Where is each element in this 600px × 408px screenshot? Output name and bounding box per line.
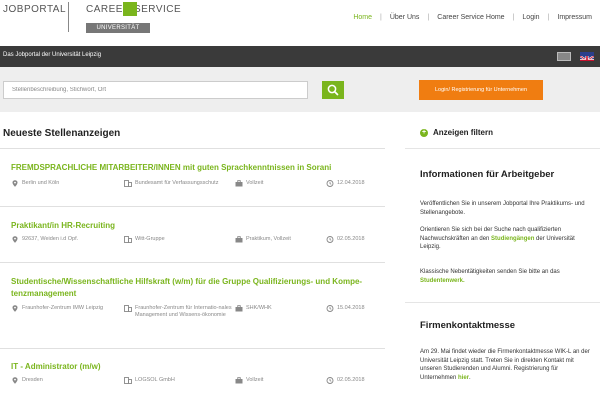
divider xyxy=(405,302,600,303)
location-pin-icon xyxy=(12,236,18,243)
german-flag-icon[interactable] xyxy=(557,52,571,61)
job-title-link[interactable]: FREMDSPRACHLICHE MITARBEITER/INNEN mit g… xyxy=(11,162,376,174)
job-title-link[interactable]: Studentische/Wissenschaftliche Hilfskraf… xyxy=(11,276,376,300)
job-type: Vollzeit xyxy=(235,377,315,384)
job-date-text: 12.04.2018 xyxy=(337,180,365,186)
job-company-text: Fraunhofer-Zentrum für Internatio-nales … xyxy=(135,305,232,318)
job-location-text: Dresden xyxy=(22,377,43,383)
job-date: 02.05.2018 xyxy=(326,377,386,384)
job-date: 12.04.2018 xyxy=(326,180,386,187)
job-company-text: LOGSOL GmbH xyxy=(135,377,175,383)
fair-heading: Firmenkontaktmesse xyxy=(420,320,516,331)
job-type-text: SHK/WHK xyxy=(246,305,272,311)
clock-icon xyxy=(326,180,334,187)
building-icon xyxy=(124,236,132,243)
degree-programs-link[interactable]: Studiengängen xyxy=(491,236,534,242)
divider xyxy=(0,148,385,149)
plus-circle-icon: + xyxy=(420,128,428,137)
job-date: 02.05.2018 xyxy=(326,236,386,243)
job-date-text: 02.05.2018 xyxy=(337,377,365,383)
clock-icon xyxy=(326,377,334,384)
job-location-text: Berlin und Köln xyxy=(22,180,60,186)
job-location: 92637, Weiden i.d Opf. xyxy=(11,236,111,243)
job-location: Dresden xyxy=(11,377,111,384)
nav-separator: | xyxy=(547,14,550,21)
nav-login[interactable]: Login xyxy=(522,14,539,21)
logo-university: UNIVERSITÄT LEIPZIG xyxy=(86,23,150,41)
divider xyxy=(0,206,385,207)
job-title-link[interactable]: IT - Administrator (m/w) xyxy=(11,361,376,373)
briefcase-icon xyxy=(235,180,243,187)
search-input[interactable] xyxy=(3,81,308,99)
nav-separator: | xyxy=(512,14,515,21)
english-flag-icon[interactable] xyxy=(580,52,594,61)
location-pin-icon xyxy=(12,377,18,384)
briefcase-icon xyxy=(235,377,243,384)
nav-separator: | xyxy=(380,14,382,21)
job-type-text: Praktikum, Vollzeit xyxy=(246,236,291,242)
divider xyxy=(405,148,600,149)
header: JOBPORTAL CAREER SERVICE UNIVERSITÄT LEI… xyxy=(0,0,600,46)
nav-impressum[interactable]: Impressum xyxy=(557,14,592,21)
building-icon xyxy=(124,377,132,384)
job-date-text: 15.04.2018 xyxy=(337,305,365,311)
nav-career-service-home[interactable]: Career Service Home xyxy=(437,14,504,21)
tagline-bar: Das Jobportal der Universität Leipzig xyxy=(0,46,600,67)
job-location-text: 92637, Weiden i.d Opf. xyxy=(22,236,79,242)
clock-icon xyxy=(326,236,334,243)
nav-home[interactable]: Home xyxy=(353,14,372,21)
divider xyxy=(0,262,385,263)
job-date: 15.04.2018 xyxy=(326,305,386,312)
text-fragment: . xyxy=(469,374,471,381)
job-location-text: Fraunhofer-Zentrum IMW Leipzig xyxy=(22,305,103,311)
fair-registration-link[interactable]: hier xyxy=(458,375,469,381)
text-fragment: Klassische Nebentätigkeiten senden Sie b… xyxy=(420,269,560,275)
job-location: Fraunhofer-Zentrum IMW Leipzig xyxy=(11,305,119,312)
nav-separator: | xyxy=(427,14,430,21)
job-company-text: Bundesamt für Verfassungsschutz xyxy=(135,180,219,186)
job-company: LOGSOL GmbH xyxy=(124,377,234,384)
logo-square-icon xyxy=(123,2,137,16)
filter-toggle[interactable]: + Anzeigen filtern xyxy=(420,128,493,137)
search-icon xyxy=(327,84,339,96)
page-title: Neueste Stellenanzeigen xyxy=(3,128,121,139)
divider xyxy=(0,348,385,349)
employer-info-heading: Informationen für Arbeitgeber xyxy=(420,169,555,180)
nav-about[interactable]: Über Uns xyxy=(390,14,420,21)
job-location: Berlin und Köln xyxy=(11,180,111,187)
job-company: Witt-Gruppe xyxy=(124,236,234,243)
tagline: Das Jobportal der Universität Leipzig xyxy=(3,52,102,58)
job-date-text: 02.05.2018 xyxy=(337,236,365,242)
job-type: Vollzeit xyxy=(235,180,315,187)
location-pin-icon xyxy=(12,180,18,187)
job-type-text: Vollzeit xyxy=(246,377,264,383)
job-company: Fraunhofer-Zentrum für Internatio-nales … xyxy=(124,305,232,319)
job-type: SHK/WHK xyxy=(235,305,315,312)
top-nav: Home | Über Uns | Career Service Home | … xyxy=(353,14,592,21)
briefcase-icon xyxy=(235,236,243,243)
clock-icon xyxy=(326,305,334,312)
job-type: Praktikum, Vollzeit xyxy=(235,236,320,243)
text-fragment: Am 29. Mai findet wieder die Firmenkonta… xyxy=(420,349,590,381)
fair-text: Am 29. Mai findet wieder die Firmenkonta… xyxy=(420,348,595,382)
filter-label: Anzeigen filtern xyxy=(433,128,494,137)
building-icon xyxy=(124,180,132,187)
job-company: Bundesamt für Verfassungsschutz xyxy=(124,180,234,187)
job-company-text: Witt-Gruppe xyxy=(135,236,165,242)
location-pin-icon xyxy=(12,305,18,312)
employer-login-button[interactable]: Login/ Registrierung für Unternehmen xyxy=(419,80,543,100)
job-title-link[interactable]: Praktikant/in HR-Recruiting xyxy=(11,220,376,232)
search-button[interactable] xyxy=(322,81,344,99)
employer-info-text-2: Orientieren Sie sich bei der Suche nach … xyxy=(420,226,595,252)
briefcase-icon xyxy=(235,305,243,312)
employer-info-text-3: Klassische Nebentätigkeiten senden Sie b… xyxy=(420,268,595,285)
building-icon xyxy=(124,305,132,312)
logo-divider xyxy=(68,2,69,32)
studentenwerk-link[interactable]: Studentenwerk. xyxy=(420,278,465,284)
employer-info-text-1: Veröffentlichen Sie in unserem Jobportal… xyxy=(420,201,585,216)
logo-jobportal[interactable]: JOBPORTAL xyxy=(3,4,66,15)
job-type-text: Vollzeit xyxy=(246,180,264,186)
